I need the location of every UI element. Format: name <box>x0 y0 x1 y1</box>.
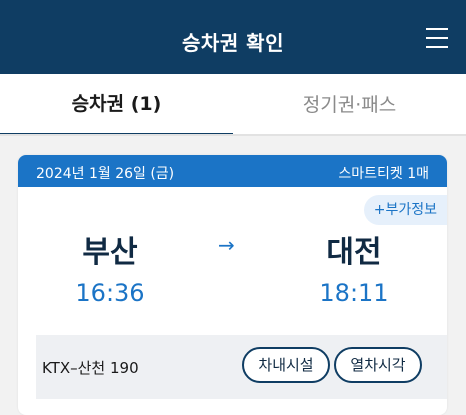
train-info-row: KTX–산천 190 차내시설 열차시각 <box>36 335 447 399</box>
departure-time: 16:36 <box>75 279 145 307</box>
arrival-station-name: 대전 <box>326 235 382 270</box>
extra-info-button[interactable]: +부가정보 <box>363 195 447 225</box>
app-header: 승차권 확인 <box>0 0 466 74</box>
ticket-card[interactable]: 2024년 1월 26일 (금) 스마트티켓 1매 +부가정보 부산 16:36… <box>18 155 447 415</box>
hamburger-menu-icon[interactable] <box>426 28 448 48</box>
arrow-right-icon: → <box>218 233 235 257</box>
ticket-type: 스마트티켓 1매 <box>338 166 429 182</box>
ticket-tabs: 승차권 (1) 정기권·패스 <box>0 74 466 136</box>
timetable-button[interactable]: 열차시각 <box>334 347 422 383</box>
arrival-time: 18:11 <box>319 279 389 307</box>
tab-passes[interactable]: 정기권·패스 <box>233 74 466 136</box>
train-name: KTX–산천 190 <box>42 359 139 377</box>
page-title: 승차권 확인 <box>182 31 284 55</box>
arrival-station: 대전 18:11 <box>284 227 424 307</box>
departure-station: 부산 16:36 <box>40 227 180 307</box>
tab-divider <box>0 134 466 136</box>
ticket-card-header: 2024년 1월 26일 (금) 스마트티켓 1매 <box>18 155 447 187</box>
departure-station-name: 부산 <box>82 235 138 270</box>
travel-date: 2024년 1월 26일 (금) <box>36 166 175 182</box>
facilities-button[interactable]: 차내시설 <box>242 347 330 383</box>
tab-tickets[interactable]: 승차권 (1) <box>0 74 233 136</box>
